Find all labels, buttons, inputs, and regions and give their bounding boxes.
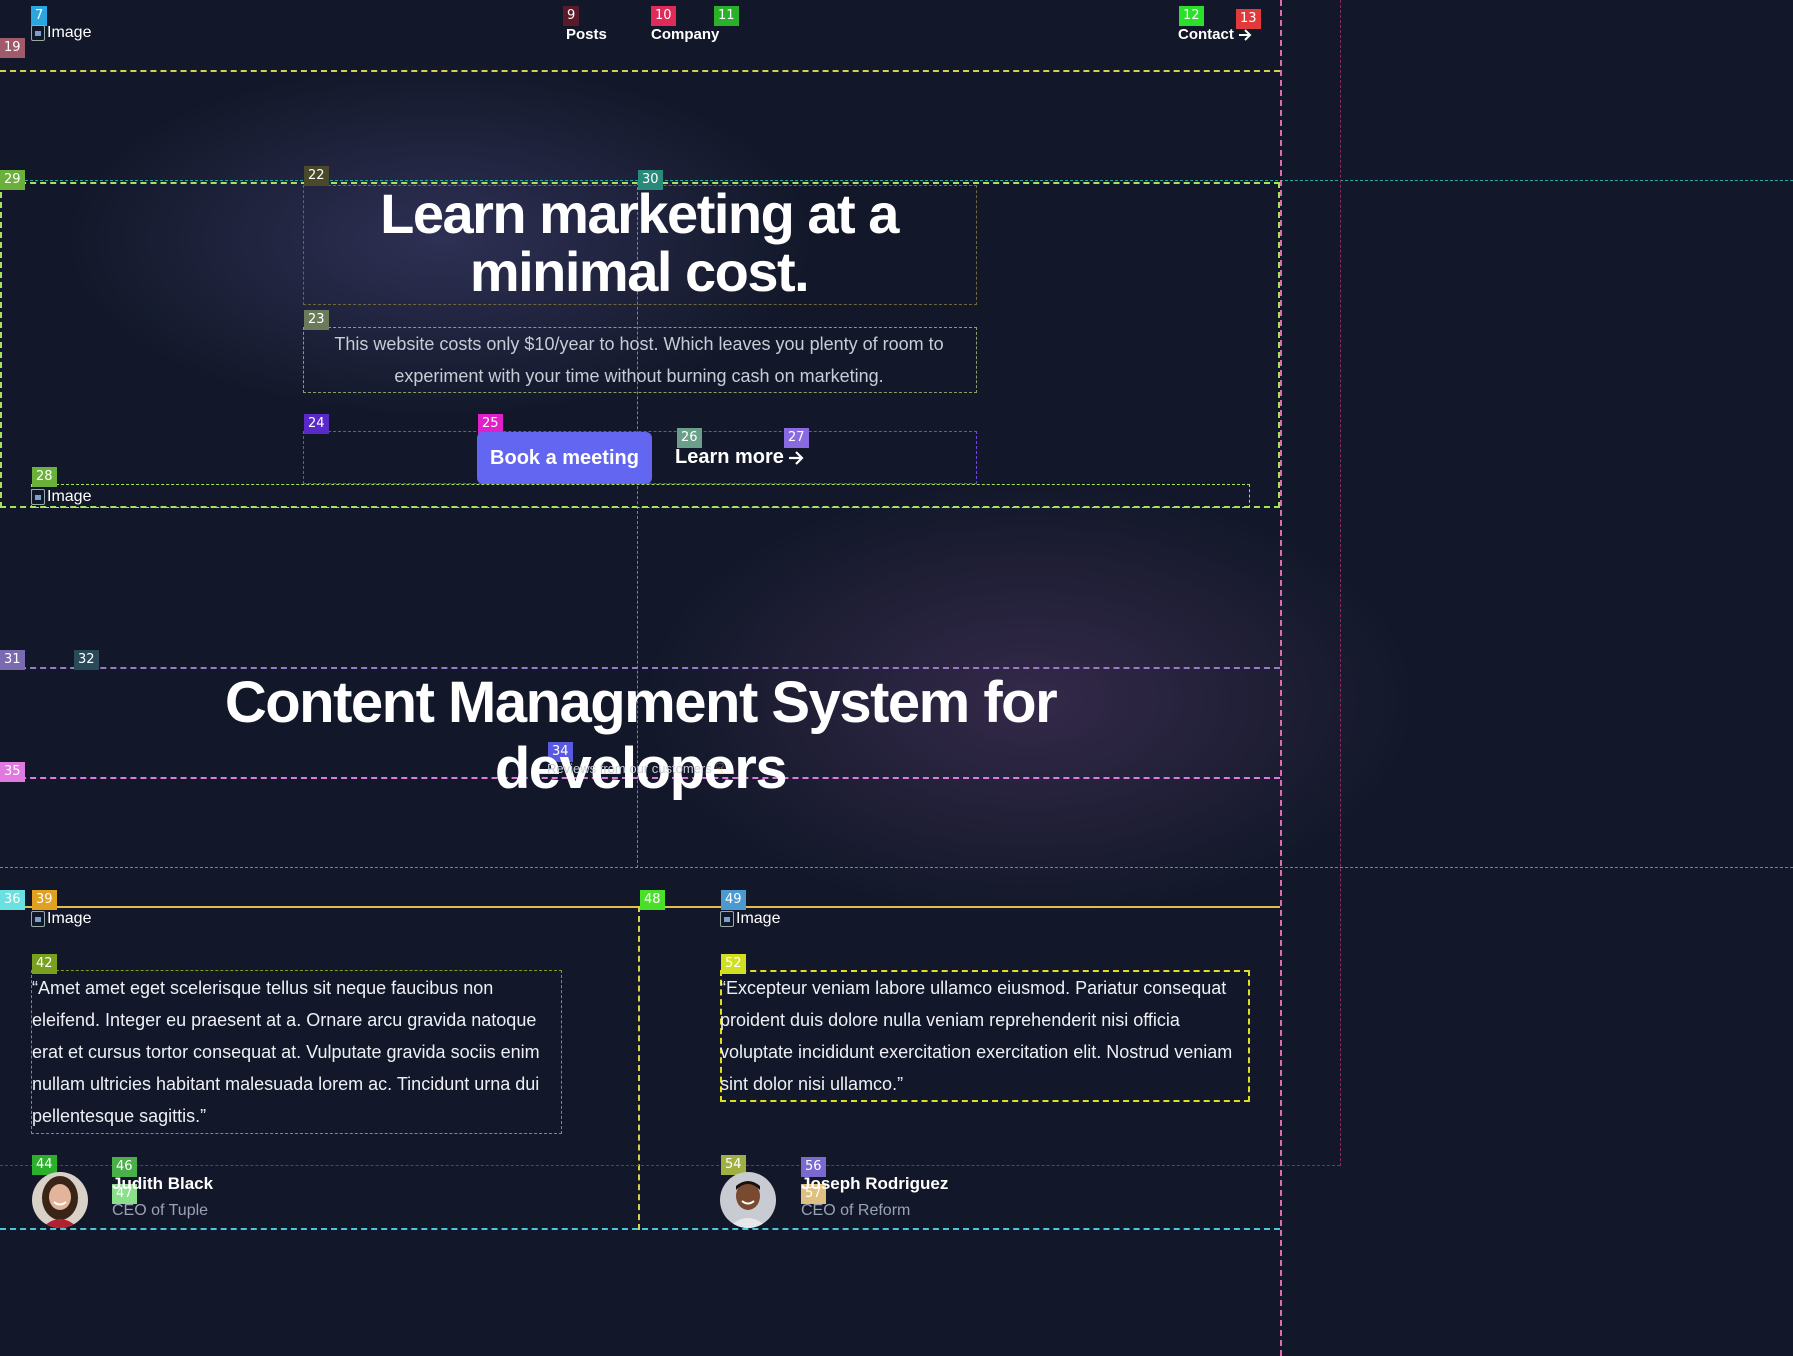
- testimonial-logo-alt: Image: [736, 910, 781, 927]
- overlay-badge: 42: [32, 954, 57, 974]
- overlay-badge: 24: [304, 414, 329, 434]
- overlay-badge: 31: [0, 650, 25, 670]
- testimonial-quote: “Amet amet eget scelerisque tellus sit n…: [32, 978, 540, 1126]
- overlay-badge: 22: [304, 166, 329, 186]
- avatar: [32, 1172, 88, 1228]
- avatar-photo-icon: [32, 1172, 88, 1228]
- overlay-badge: 27: [784, 428, 809, 448]
- learn-more-link[interactable]: Learn more: [675, 446, 804, 469]
- pointing-down-icon: ☟: [715, 760, 725, 776]
- testimonial-quote: “Excepteur veniam labore ullamco eiusmod…: [720, 978, 1233, 1094]
- overlay-box: [1280, 0, 1282, 1356]
- author-name: Joseph Rodriguez: [801, 1174, 949, 1193]
- overlay-box: [0, 1165, 1340, 1166]
- avatar-photo-icon: [720, 1172, 776, 1228]
- testimonial-logo-alt: Image: [47, 910, 92, 927]
- learn-more-label: Learn more: [675, 446, 784, 468]
- hero-image-alt: Image: [47, 488, 92, 505]
- nav-link-posts[interactable]: Posts: [566, 26, 607, 43]
- book-meeting-button[interactable]: Book a meeting: [477, 432, 652, 484]
- reviews-text: Reviews from our customers: [547, 761, 712, 776]
- overlay-badge: 49: [721, 890, 746, 910]
- overlay-box: [31, 484, 1250, 508]
- arrow-right-icon: [1238, 28, 1252, 41]
- arrow-right-icon: [788, 450, 804, 465]
- overlay-badge: 39: [32, 890, 57, 910]
- broken-image-icon: [720, 911, 734, 927]
- contact-label: Contact: [1178, 26, 1234, 43]
- reviews-label: Reviews from our customers ☟: [547, 760, 737, 777]
- hero-title-line2: minimal cost.: [469, 240, 810, 303]
- author-role: CEO of Tuple: [112, 1202, 209, 1219]
- overlay-box: [0, 867, 1793, 868]
- hero-subtitle: This website costs only $10/year to host…: [334, 334, 944, 386]
- overlay-badge: 32: [74, 650, 99, 670]
- testimonial-logo: Image: [720, 910, 780, 928]
- overlay-badge: 36: [0, 890, 25, 910]
- overlay-badge: 35: [0, 762, 25, 782]
- nav-link-company[interactable]: Company: [651, 26, 719, 43]
- overlay-box: [1340, 0, 1341, 1166]
- top-navigation: Image Posts Company Contact: [0, 0, 1280, 72]
- hero-title-line1: Learn marketing at a: [380, 182, 899, 245]
- avatar: [720, 1172, 776, 1228]
- overlay-box: [638, 906, 640, 1230]
- logo-alt-text: Image: [47, 24, 92, 41]
- broken-image-icon: [31, 489, 45, 505]
- author-name: Judith Black: [112, 1174, 214, 1193]
- cms-title: Content Managment System for developers: [224, 670, 1058, 801]
- testimonial-logo: Image: [31, 910, 91, 928]
- author-role: CEO of Reform: [801, 1202, 911, 1219]
- broken-image-icon: [31, 25, 45, 41]
- overlay-badge: 25: [478, 414, 503, 434]
- broken-image-icon: [31, 911, 45, 927]
- hero-title: Learn marketing at a minimal cost.: [303, 185, 975, 301]
- overlay-badge: 28: [32, 467, 57, 487]
- overlay-badge: 48: [640, 890, 665, 910]
- overlay-badge: 26: [677, 428, 702, 448]
- nav-link-contact[interactable]: Contact: [1178, 26, 1252, 43]
- hero-image: Image: [31, 488, 91, 506]
- logo-link[interactable]: Image: [31, 24, 91, 42]
- overlay-badge: 23: [304, 310, 329, 330]
- overlay-badge: 52: [721, 954, 746, 974]
- overlay-box: [0, 180, 1793, 181]
- overlay-badge: 29: [0, 170, 25, 190]
